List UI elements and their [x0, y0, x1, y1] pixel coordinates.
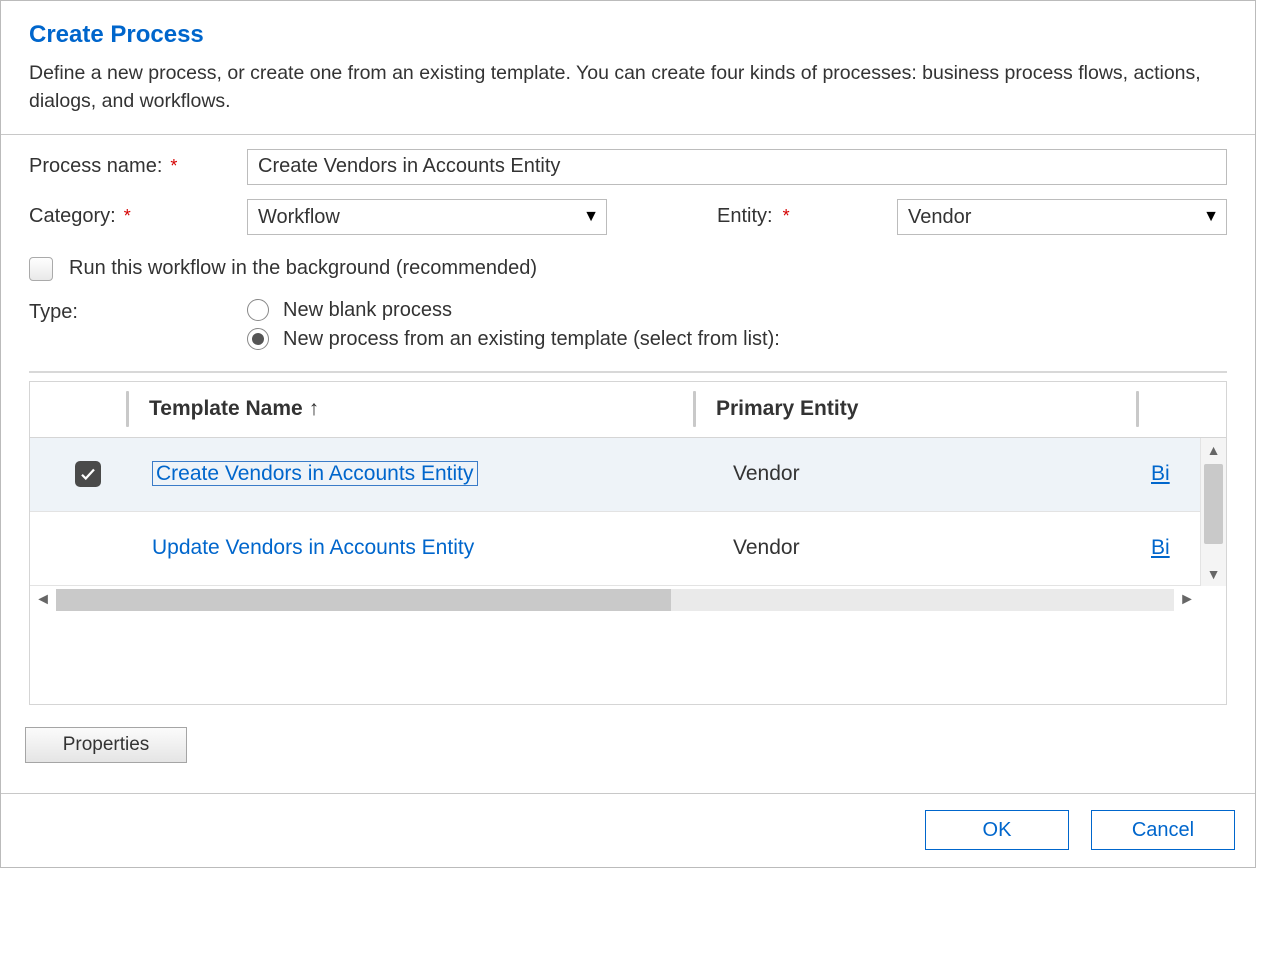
sort-asc-icon: ↑	[309, 397, 320, 421]
process-name-label-text: Process name:	[29, 155, 162, 178]
row-name-cell: Update Vendors in Accounts Entity	[126, 536, 716, 560]
properties-button[interactable]: Properties	[25, 727, 187, 763]
type-row: Type: New blank process New process from…	[29, 299, 1227, 351]
template-name-link[interactable]: Update Vendors in Accounts Entity	[152, 536, 474, 559]
col-primary-entity-label: Primary Entity	[716, 397, 858, 421]
table-row[interactable]: Create Vendors in Accounts Entity Vendor…	[30, 438, 1226, 512]
checkmark-icon	[79, 465, 97, 483]
type-template-radio-item: New process from an existing template (s…	[247, 328, 780, 351]
type-blank-radio-item: New blank process	[247, 299, 780, 322]
category-label-text: Category:	[29, 205, 116, 228]
background-checkbox[interactable]	[29, 257, 53, 281]
required-marker-icon: *	[124, 206, 131, 227]
template-name-link[interactable]: Create Vendors in Accounts Entity	[152, 461, 478, 486]
process-name-input[interactable]	[247, 149, 1227, 185]
dialog-footer: OK Cancel	[1, 793, 1255, 867]
ok-button[interactable]: OK	[925, 810, 1069, 850]
form-divider	[29, 371, 1227, 373]
row-checkbox[interactable]	[75, 461, 101, 487]
category-entity-row: Category: * Workflow ▼ Entity: * Vendor …	[29, 199, 1227, 235]
scroll-right-icon[interactable]: ►	[1174, 586, 1200, 614]
spacer	[1, 763, 1255, 793]
col-template-name-label: Template Name	[149, 397, 303, 421]
required-marker-icon: *	[170, 156, 177, 177]
type-template-label: New process from an existing template (s…	[283, 328, 780, 351]
vertical-scrollbar[interactable]: ▲ ▼	[1200, 438, 1226, 586]
category-label: Category: *	[29, 205, 247, 228]
col-template-name-header[interactable]: Template Name ↑	[129, 397, 693, 421]
required-marker-icon: *	[783, 206, 790, 227]
background-checkbox-label: Run this workflow in the background (rec…	[69, 257, 537, 280]
category-select[interactable]: Workflow	[247, 199, 607, 235]
process-name-label: Process name: *	[29, 155, 247, 178]
category-select-wrap: Workflow ▼	[247, 199, 607, 235]
entity-label-text: Entity:	[717, 205, 773, 228]
background-checkbox-row: Run this workflow in the background (rec…	[29, 257, 1227, 281]
row-check-cell	[30, 461, 126, 487]
horizontal-scrollbar-row: ◄ ►	[30, 586, 1226, 614]
type-label: Type:	[29, 299, 247, 324]
horizontal-scrollbar[interactable]: ◄ ►	[30, 586, 1200, 614]
type-radio-group: New blank process New process from an ex…	[247, 299, 780, 351]
table-blank-area	[30, 614, 1226, 704]
dialog-subtitle: Define a new process, or create one from…	[29, 59, 1227, 116]
type-blank-label: New blank process	[283, 299, 452, 322]
dialog-header: Create Process Define a new process, or …	[1, 1, 1255, 134]
form-area: Process name: * Category: * Workflow ▼ E…	[1, 135, 1255, 351]
header-separator-icon	[1136, 391, 1139, 427]
scroll-thumb[interactable]	[1204, 464, 1223, 544]
row-name-cell: Create Vendors in Accounts Entity	[126, 462, 716, 486]
scroll-down-icon[interactable]: ▼	[1201, 562, 1226, 586]
row-entity-cell: Vendor	[716, 536, 1151, 560]
type-blank-radio[interactable]	[247, 299, 269, 321]
table-body: Create Vendors in Accounts Entity Vendor…	[30, 438, 1226, 586]
entity-select[interactable]: Vendor	[897, 199, 1227, 235]
create-process-dialog: Create Process Define a new process, or …	[0, 0, 1256, 868]
process-name-row: Process name: *	[29, 149, 1227, 185]
scroll-left-icon[interactable]: ◄	[30, 586, 56, 614]
table-header: Template Name ↑ Primary Entity	[30, 382, 1226, 438]
dialog-title: Create Process	[29, 21, 1227, 49]
type-template-radio[interactable]	[247, 328, 269, 350]
scroll-track[interactable]	[56, 589, 1174, 611]
template-table: Template Name ↑ Primary Entity Create Ve…	[29, 381, 1227, 705]
scroll-up-icon[interactable]: ▲	[1201, 438, 1226, 462]
scroll-thumb[interactable]	[56, 589, 671, 611]
col-primary-entity-header[interactable]: Primary Entity	[696, 397, 1136, 421]
radio-checked-icon	[252, 333, 264, 345]
row-entity-cell: Vendor	[716, 462, 1151, 486]
cancel-button[interactable]: Cancel	[1091, 810, 1235, 850]
entity-select-wrap: Vendor ▼	[897, 199, 1227, 235]
entity-label: Entity: *	[717, 205, 897, 228]
table-row[interactable]: Update Vendors in Accounts Entity Vendor…	[30, 512, 1226, 586]
